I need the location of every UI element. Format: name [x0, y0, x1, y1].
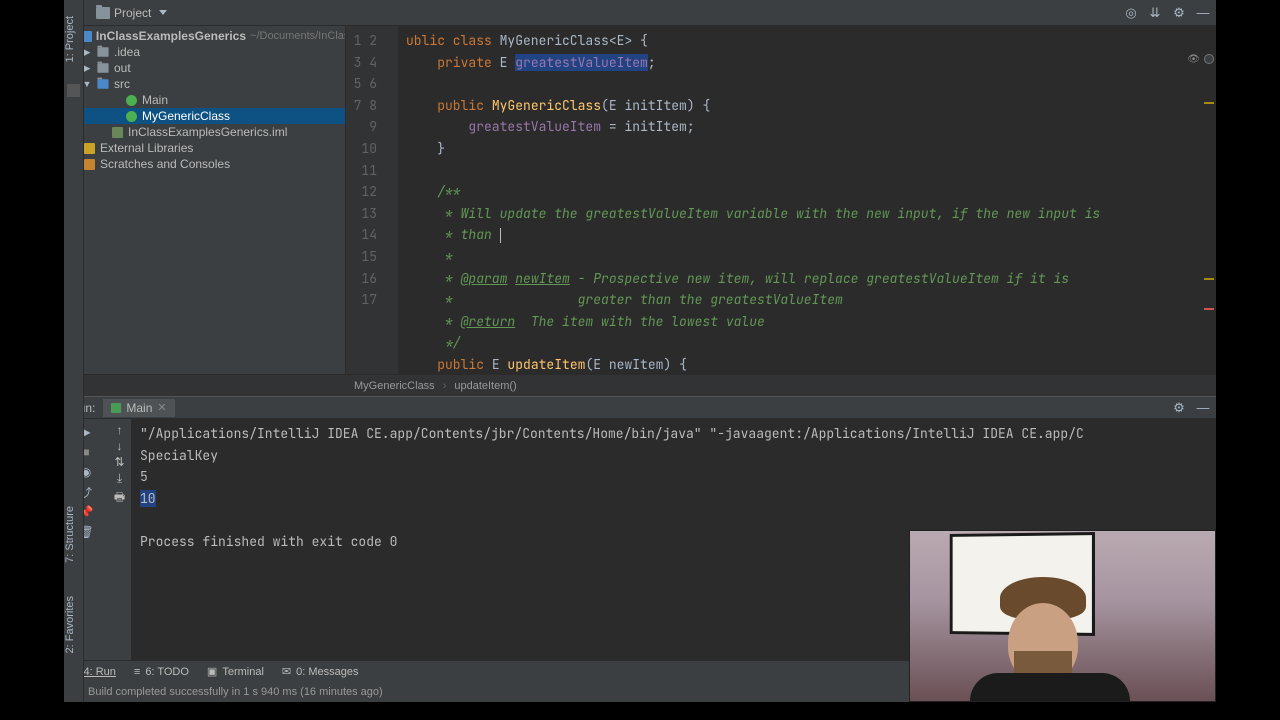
tree-external-libs[interactable]: ▶ External Libraries: [64, 140, 345, 156]
terminal-tool-button[interactable]: ▣ Terminal: [207, 665, 264, 678]
project-tool-window: ▼ InClassExamplesGenerics ~/Documents/In…: [64, 26, 346, 374]
tree-item-out[interactable]: ▶ out: [64, 60, 345, 76]
tree-root[interactable]: ▼ InClassExamplesGenerics ~/Documents/In…: [64, 28, 345, 44]
soft-wrap-button[interactable]: ⇅: [114, 455, 124, 469]
project-path: ~/Documents/InClassE: [250, 30, 346, 42]
tree-item-main[interactable]: Main: [64, 92, 345, 108]
status-message: Build completed successfully in 1 s 940 …: [88, 686, 383, 698]
minimize-icon[interactable]: —: [1196, 401, 1210, 415]
tree-scratches[interactable]: Scratches and Consoles: [64, 156, 345, 172]
top-toolbar: Project ◎ ⇊ ⚙ —: [64, 0, 1216, 26]
class-icon: [126, 95, 137, 106]
editor-minimap[interactable]: 👁: [1202, 52, 1214, 374]
folder-icon: [96, 7, 110, 19]
gear-icon[interactable]: ⚙: [1172, 401, 1186, 415]
run-toolbar-secondary: ↑ ↓ ⇅ ⤓ 🖶: [108, 419, 132, 660]
down-button[interactable]: ↓: [117, 439, 123, 453]
project-tool-button[interactable]: 1: Project: [64, 16, 76, 62]
messages-tool-button[interactable]: ✉ 0: Messages: [282, 665, 359, 678]
minimize-icon[interactable]: —: [1196, 6, 1210, 20]
tree-item-idea[interactable]: ▶ .idea: [64, 44, 345, 60]
chevron-down-icon: [159, 10, 167, 15]
source-folder-icon: [97, 79, 108, 89]
project-name: InClassExamplesGenerics: [96, 29, 246, 43]
tree-item-iml[interactable]: InClassExamplesGenerics.iml: [64, 124, 345, 140]
error-marker[interactable]: [1204, 308, 1214, 310]
gear-icon[interactable]: ⚙: [1172, 6, 1186, 20]
close-icon[interactable]: ✕: [157, 401, 166, 414]
iml-icon: [112, 127, 123, 138]
tree-item-src[interactable]: ▼ src: [64, 76, 345, 92]
code-content[interactable]: ublic class MyGenericClass<E> { private …: [398, 26, 1216, 374]
run-config-icon: [111, 403, 121, 413]
up-button[interactable]: ↑: [117, 423, 123, 437]
project-dropdown[interactable]: Project: [90, 4, 173, 22]
code-editor[interactable]: 1 2 3 4 5 6 7 8 9 10 11 12 13 14 15 16 1…: [346, 26, 1216, 374]
class-icon: [126, 111, 137, 122]
structure-tool-button[interactable]: 7: Structure: [64, 506, 76, 563]
print-button[interactable]: 🖶: [114, 488, 125, 509]
fold-column[interactable]: [386, 26, 398, 374]
line-gutter: 1 2 3 4 5 6 7 8 9 10 11 12 13 14 15 16 1…: [346, 26, 386, 374]
tree-item-mygeneric[interactable]: MyGenericClass: [64, 108, 345, 124]
inspection-indicator[interactable]: [1204, 54, 1214, 64]
project-label: Project: [114, 6, 151, 20]
folder-icon: [97, 63, 108, 73]
webcam-overlay: [909, 530, 1216, 702]
main-area: ▼ InClassExamplesGenerics ~/Documents/In…: [64, 26, 1216, 374]
run-tab-main[interactable]: Main ✕: [103, 399, 174, 417]
collapse-icon[interactable]: ⇊: [1148, 6, 1162, 20]
warning-marker[interactable]: [1204, 278, 1214, 280]
breadcrumb-class[interactable]: MyGenericClass: [354, 380, 435, 392]
left-tool-stripe: 1: Project 7: Structure 2: Favorites: [64, 0, 84, 702]
text-caret: [500, 228, 501, 243]
inspection-eye-icon[interactable]: 👁: [1187, 54, 1200, 65]
target-icon[interactable]: ◎: [1124, 6, 1138, 20]
favorites-tool-button[interactable]: 2: Favorites: [64, 596, 76, 653]
warning-marker[interactable]: [1204, 102, 1214, 104]
todo-tool-button[interactable]: ≡ 6: TODO: [134, 666, 189, 678]
breadcrumb-method[interactable]: updateItem(): [454, 380, 516, 392]
library-icon: [84, 143, 95, 154]
scroll-end-button[interactable]: ⤓: [117, 471, 122, 486]
folder-icon: [97, 47, 108, 57]
scratch-icon: [84, 159, 95, 170]
breadcrumb: MyGenericClass › updateItem(): [64, 374, 1216, 396]
tool-icon[interactable]: [67, 84, 80, 97]
